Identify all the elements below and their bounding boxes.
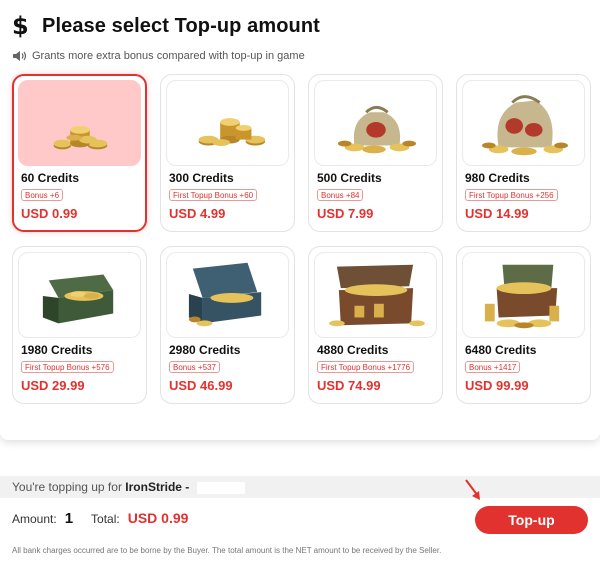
footer-disclaimer: All bank charges occurred are to be born… (12, 546, 442, 555)
total-label: Total: (91, 512, 120, 526)
credits-label: 4880 Credits (317, 343, 389, 357)
credits-label: 980 Credits (465, 171, 530, 185)
price-label: USD 4.99 (169, 206, 226, 221)
amount-label: Amount: (12, 512, 57, 526)
package-card-500[interactable]: 500 Credits Bonus +84 USD 7.99 (308, 74, 443, 232)
bonus-badge: First Topup Bonus +576 (21, 361, 114, 373)
package-card-4880[interactable]: 4880 Credits First Topup Bonus +1776 USD… (308, 246, 443, 404)
price-label: USD 29.99 (21, 378, 85, 393)
package-image (314, 252, 437, 338)
dollar-icon: $ (12, 12, 29, 40)
green-chest-icon (42, 274, 114, 324)
price-label: USD 0.99 (21, 206, 78, 221)
notice-text: Grants more extra bonus compared with to… (32, 50, 305, 62)
player-name: IronStride - (125, 480, 190, 494)
package-card-60[interactable]: 60 Credits Bonus +6 USD 0.99 (12, 74, 147, 232)
package-panel: $ Please select Top-up amount Grants mor… (0, 0, 600, 440)
total-value: USD 0.99 (127, 510, 189, 526)
page-title: Please select Top-up amount (42, 14, 320, 37)
credits-label: 500 Credits (317, 171, 382, 185)
package-image (462, 252, 585, 338)
package-image (166, 80, 289, 166)
treasure-chest-icon (484, 264, 560, 329)
package-image (462, 80, 585, 166)
price-label: USD 7.99 (317, 206, 374, 221)
price-label: USD 14.99 (465, 206, 529, 221)
price-label: USD 74.99 (317, 378, 381, 393)
large-coin-sack-icon (481, 95, 568, 156)
order-summary: Amount: 1 Total: USD 0.99 (12, 510, 188, 527)
header: $ Please select Top-up amount (12, 12, 320, 40)
price-label: USD 46.99 (169, 378, 233, 393)
bonus-badge: First Topup Bonus +60 (169, 189, 258, 201)
small-coin-pile-icon (53, 125, 108, 150)
package-image (166, 252, 289, 338)
amount-value: 1 (64, 510, 74, 527)
bonus-badge: Bonus +6 (21, 189, 64, 201)
coin-sack-icon (337, 105, 417, 154)
package-image (314, 80, 437, 166)
credits-label: 1980 Credits (21, 343, 93, 357)
credits-label: 2980 Credits (169, 343, 241, 357)
redacted-id (196, 481, 245, 494)
topping-up-bar: You're topping up for IronStride - (0, 476, 600, 498)
bonus-badge: Bonus +84 (317, 189, 364, 201)
bonus-notice: Grants more extra bonus compared with to… (12, 50, 305, 62)
bonus-badge: Bonus +1417 (465, 361, 521, 373)
package-card-6480[interactable]: 6480 Credits Bonus +1417 USD 99.99 (456, 246, 591, 404)
bonus-badge: Bonus +537 (169, 361, 220, 373)
bonus-badge: First Topup Bonus +256 (465, 189, 558, 201)
package-card-980[interactable]: 980 Credits First Topup Bonus +256 USD 1… (456, 74, 591, 232)
credits-label: 60 Credits (21, 171, 80, 185)
credits-label: 300 Credits (169, 171, 234, 185)
package-image (18, 80, 141, 166)
credits-label: 6480 Credits (465, 343, 537, 357)
price-label: USD 99.99 (465, 378, 529, 393)
topping-prefix: You're topping up for (12, 480, 122, 494)
bonus-badge: First Topup Bonus +1776 (317, 361, 415, 373)
coin-pile-icon (198, 118, 266, 146)
blue-chest-icon (188, 262, 262, 327)
speaker-icon (13, 51, 27, 61)
package-card-2980[interactable]: 2980 Credits Bonus +537 USD 46.99 (160, 246, 295, 404)
arrow-pointer-icon (465, 479, 480, 500)
topup-button[interactable]: Top-up (475, 506, 588, 534)
package-card-300[interactable]: 300 Credits First Topup Bonus +60 USD 4.… (160, 74, 295, 232)
package-image (18, 252, 141, 338)
wooden-chest-icon (329, 264, 425, 327)
package-card-1980[interactable]: 1980 Credits First Topup Bonus +576 USD … (12, 246, 147, 404)
